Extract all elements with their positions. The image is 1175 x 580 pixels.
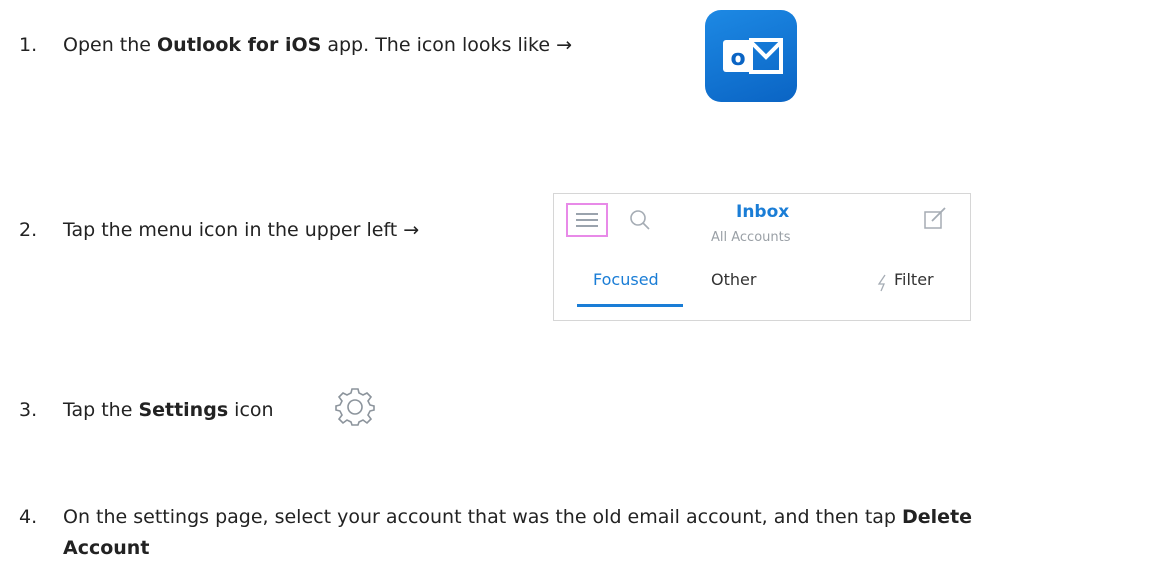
step-text-bold: Account [63,537,150,559]
step-number: 3. [19,399,38,421]
tab-other: Other [711,270,757,289]
gear-icon [333,387,377,431]
step-text: Tap the menu icon in the upper left → [63,219,420,241]
filter-label: Filter [894,270,934,289]
search-icon [630,210,650,230]
step-text-bold: Delete [902,506,973,528]
filter-icon [877,274,886,292]
step-text-bold: Outlook for iOS [157,34,322,56]
step-number: 4. [19,506,38,528]
outlook-icon-letter: o [730,46,745,71]
step-text: On the settings page, select your accoun… [63,502,972,532]
inbox-subtitle: All Accounts [711,230,791,245]
step-text-bold: Settings [138,399,229,421]
step-text-pre: Open the [63,34,158,56]
step-text: Open the Outlook for iOS app. The icon l… [63,30,572,60]
menu-icon [566,203,608,237]
tab-focused-underline [577,304,683,307]
step-text-post: icon [228,399,274,421]
step-number: 1. [19,34,38,56]
tab-focused: Focused [593,270,659,289]
step-text-pre: On the settings page, select your accoun… [63,506,903,528]
step-number: 2. [19,219,38,241]
step-text-pre: Tap the [63,399,139,421]
compose-icon [924,207,946,229]
inbox-title: Inbox [736,202,790,222]
step-text: Tap the Settings icon [63,395,274,425]
outlook-app-icon: o [705,10,797,102]
step-4-continuation: Account [63,533,149,563]
step-text-post: app. The icon looks like → [321,34,573,56]
inbox-screenshot: Inbox All Accounts Focused Other Filter [553,193,971,321]
